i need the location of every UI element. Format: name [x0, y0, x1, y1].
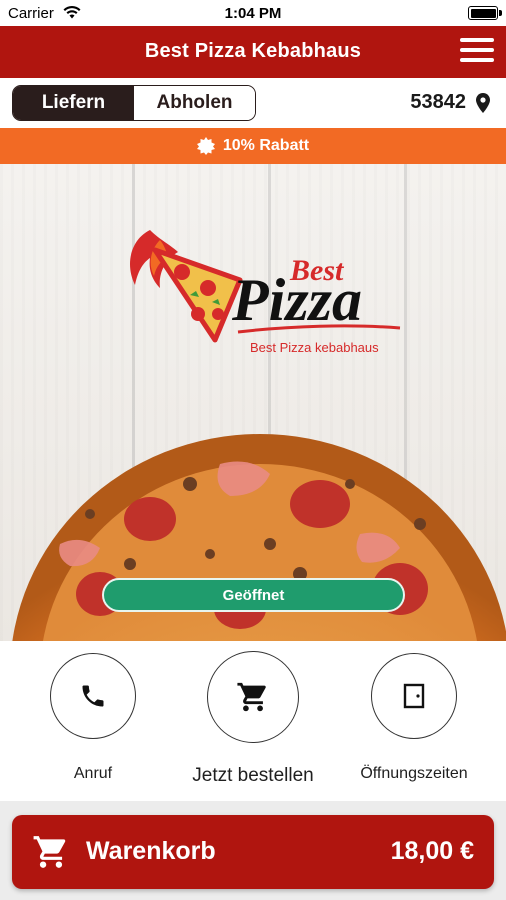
- discount-banner[interactable]: 10% Rabatt: [0, 128, 506, 164]
- shopping-cart-icon: [237, 682, 266, 712]
- open-status-button[interactable]: Geöffnet: [102, 578, 405, 612]
- map-pin-icon: [476, 92, 490, 113]
- hamburger-menu-icon[interactable]: [460, 38, 494, 66]
- order-now-action[interactable]: Jetzt bestellen: [192, 651, 314, 787]
- brand-logo: Best Pizza Best Pizza kebabhaus: [130, 230, 401, 355]
- zip-selector[interactable]: 53842: [410, 91, 490, 114]
- opening-hours-label: Öffnungszeiten: [360, 765, 468, 782]
- quick-actions: Anruf Jetzt bestellen Öffnungszeiten: [0, 641, 506, 801]
- hero-banner: Best Pizza Best Pizza kebabhaus Geöffnet: [0, 164, 506, 641]
- logo-pizza: Pizza: [231, 267, 362, 333]
- phone-icon: [82, 685, 104, 707]
- door-icon: [403, 683, 425, 709]
- page-title: Best Pizza Kebabhaus: [144, 40, 362, 62]
- logo-tagline: Best Pizza kebabhaus: [250, 340, 379, 355]
- order-now-button[interactable]: [207, 651, 299, 743]
- call-action[interactable]: Anruf: [50, 653, 136, 783]
- cart-label: Warenkorb: [86, 837, 216, 865]
- opening-hours-action[interactable]: Öffnungszeiten: [360, 653, 468, 783]
- call-label: Anruf: [73, 765, 113, 782]
- zip-code: 53842: [410, 91, 466, 113]
- nav-bar: Best Pizza Kebabhaus: [0, 26, 506, 78]
- opening-hours-button[interactable]: [371, 653, 457, 739]
- call-button[interactable]: [50, 653, 136, 739]
- status-bar: Carrier 1:04 PM: [0, 0, 506, 26]
- discount-text: 10% Rabatt: [222, 137, 310, 154]
- clock: 1:04 PM: [224, 5, 282, 22]
- cart-button[interactable]: Warenkorb 18,00 €: [12, 815, 494, 889]
- badge-icon: [196, 137, 215, 155]
- battery-icon: [468, 6, 502, 20]
- tab-liefern[interactable]: Liefern: [13, 86, 134, 120]
- order-now-label: Jetzt bestellen: [192, 765, 314, 786]
- order-mode-bar: Liefern Abholen 53842: [0, 78, 506, 128]
- tab-abholen[interactable]: Abholen: [134, 86, 255, 120]
- cart-total: 18,00 €: [390, 837, 474, 865]
- shopping-cart-icon: [33, 836, 66, 868]
- order-mode-toggle: Liefern Abholen: [12, 85, 256, 121]
